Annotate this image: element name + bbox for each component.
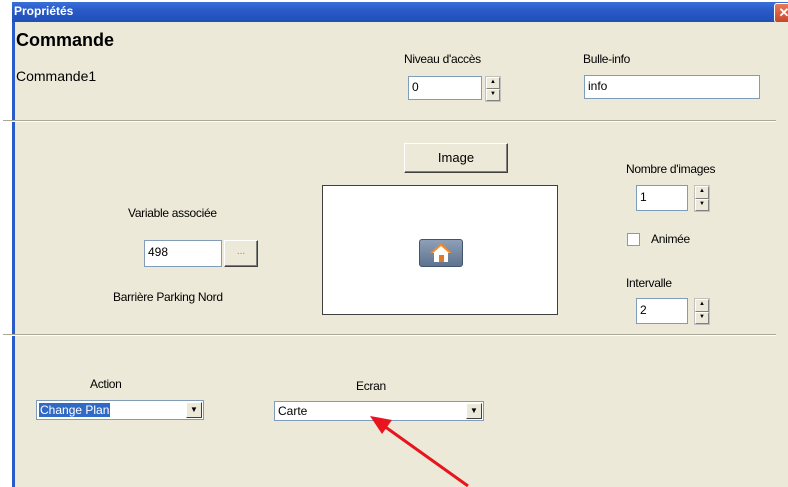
annotation-arrow: [370, 416, 469, 487]
